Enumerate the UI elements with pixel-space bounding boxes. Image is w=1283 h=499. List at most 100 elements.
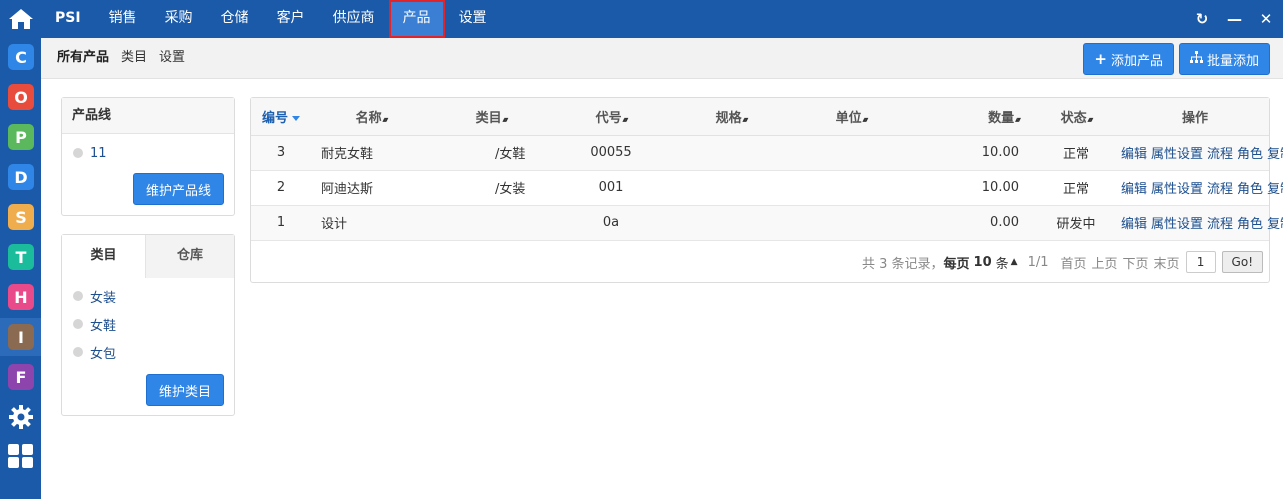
cell-status: 正常 (1031, 170, 1121, 206)
nav-item-4[interactable]: 供应商 (319, 0, 389, 38)
gear-icon[interactable] (8, 404, 34, 430)
product-line-item-label: 11 (90, 145, 107, 161)
pager-page-info: 1/1 (1027, 254, 1049, 270)
cell-spec (671, 170, 791, 206)
col-header-id[interactable]: 编号 (251, 98, 311, 136)
go-button[interactable]: Go! (1221, 251, 1263, 273)
category-panel: 类目 仓库 女装女鞋女包 维护类目 (61, 234, 235, 416)
app-icon-d[interactable]: D (8, 164, 34, 190)
pager-per-page-label: 每页 (943, 256, 970, 272)
edit-link[interactable]: 编辑 (1121, 182, 1147, 197)
cell-code: 001 (551, 170, 671, 206)
maintain-category-button[interactable]: 维护类目 (146, 374, 224, 406)
pager-last[interactable]: 末页 (1154, 253, 1180, 272)
copy-link[interactable]: 复制 (1267, 217, 1283, 232)
workflow-link[interactable]: 流程 (1207, 217, 1233, 232)
col-header-code[interactable]: 代号 (551, 98, 671, 136)
cell-id: 1 (251, 205, 311, 241)
product-line-item[interactable]: 11 (62, 139, 234, 167)
app-icon-f[interactable]: F (8, 364, 34, 390)
cell-code: 0a (551, 205, 671, 241)
app-icon-i[interactable]: I (8, 324, 34, 350)
cell-actions: 编辑属性设置流程角色复制删除 (1121, 170, 1283, 206)
cell-category (431, 205, 551, 241)
tab-warehouse[interactable]: 仓库 (146, 235, 234, 278)
category-item[interactable]: 女包 (62, 338, 234, 366)
edit-link[interactable]: 编辑 (1121, 147, 1147, 162)
maintain-product-line-button[interactable]: 维护产品线 (133, 173, 224, 205)
col-header-name[interactable]: 名称 (311, 98, 431, 136)
app-icon-t[interactable]: T (8, 244, 34, 270)
col-header-spec[interactable]: 规格 (671, 98, 791, 136)
sub-header: 所有产品 类目 设置 + 添加产品 批量添加 (41, 38, 1283, 79)
copy-link[interactable]: 复制 (1267, 182, 1283, 197)
cell-qty: 10.00 (911, 170, 1031, 206)
nav-item-6[interactable]: 设置 (445, 0, 501, 38)
pager-total: 共 3 条记录， (861, 256, 944, 272)
attributes-link[interactable]: 属性设置 (1151, 217, 1203, 232)
product-line-title: 产品线 (62, 98, 234, 134)
role-link[interactable]: 角色 (1237, 147, 1263, 162)
category-item-label: 女包 (90, 346, 117, 362)
minimize-icon[interactable]: — (1227, 10, 1242, 28)
cell-actions: 编辑属性设置流程角色复制删除 (1121, 135, 1283, 171)
circle-icon (73, 148, 83, 158)
product-table-card: 编号 名称 类目 代号 规格 单位 数量 状态 操作 3耐克女鞋/女鞋00055… (250, 97, 1283, 283)
attributes-link[interactable]: 属性设置 (1151, 147, 1203, 162)
workflow-link[interactable]: 流程 (1207, 182, 1233, 197)
caret-down-icon (292, 115, 300, 121)
cell-unit (791, 170, 911, 206)
pagination: 共 3 条记录， 每页 10 条 ▲ 1/1 首页 上页 下页 末页 Go! (862, 250, 1263, 274)
pager-prev[interactable]: 上页 (1092, 253, 1118, 272)
role-link[interactable]: 角色 (1237, 182, 1263, 197)
pager-next[interactable]: 下页 (1123, 253, 1149, 272)
app-icon-s[interactable]: S (8, 204, 34, 230)
app-icon-h[interactable]: H (8, 284, 34, 310)
close-icon[interactable]: ✕ (1259, 10, 1273, 28)
nav-item-0[interactable]: 销售 (95, 0, 151, 38)
col-header-category[interactable]: 类目 (431, 98, 551, 136)
nav-item-2[interactable]: 仓储 (207, 0, 263, 38)
col-header-status[interactable]: 状态 (1031, 98, 1121, 136)
pager-per-page-value[interactable]: 10 (974, 255, 992, 270)
category-item[interactable]: 女装 (62, 282, 234, 310)
category-item[interactable]: 女鞋 (62, 310, 234, 338)
grid-icon[interactable] (8, 443, 34, 469)
pager-per-page-unit: 条 (995, 256, 1009, 272)
attributes-link[interactable]: 属性设置 (1151, 182, 1203, 197)
add-product-button[interactable]: + 添加产品 (1083, 43, 1174, 75)
pager-first[interactable]: 首页 (1060, 253, 1086, 272)
cell-status: 研发中 (1031, 205, 1121, 241)
brand-logo[interactable]: PSI (41, 0, 95, 38)
table-row: 3耐克女鞋/女鞋00055 10.00正常编辑属性设置流程角色复制删除 (251, 135, 1283, 171)
cell-code: 00055 (551, 135, 671, 171)
link-settings[interactable]: 设置 (159, 38, 185, 79)
nav-item-1[interactable]: 采购 (151, 0, 207, 38)
refresh-icon[interactable]: ↻ (1195, 10, 1209, 28)
circle-icon (73, 291, 83, 301)
add-product-label: 添加产品 (1110, 53, 1163, 69)
tab-category[interactable]: 类目 (62, 235, 146, 278)
caret-up-icon[interactable]: ▲ (1011, 257, 1018, 267)
app-icon-o[interactable]: O (8, 84, 34, 110)
col-header-qty[interactable]: 数量 (911, 98, 1031, 136)
link-all-products[interactable]: 所有产品 (57, 38, 109, 79)
cell-spec (671, 135, 791, 171)
home-icon[interactable] (0, 0, 41, 38)
workflow-link[interactable]: 流程 (1207, 147, 1233, 162)
nav-item-5[interactable]: 产品 (388, 0, 445, 38)
cell-name: 设计 (311, 205, 431, 241)
app-icon-c[interactable]: C (8, 44, 34, 70)
col-header-unit[interactable]: 单位 (791, 98, 911, 136)
page-number-input[interactable] (1185, 251, 1216, 273)
role-link[interactable]: 角色 (1237, 217, 1263, 232)
edit-link[interactable]: 编辑 (1121, 217, 1147, 232)
batch-add-button[interactable]: 批量添加 (1178, 43, 1270, 75)
cell-id: 2 (251, 170, 311, 206)
copy-link[interactable]: 复制 (1267, 147, 1283, 162)
nav-item-3[interactable]: 客户 (263, 0, 319, 38)
top-nav: PSI 销售 采购 仓储 客户 供应商 产品 设置 ↻ — ✕ (41, 0, 1283, 38)
link-categories[interactable]: 类目 (121, 38, 147, 79)
app-icon-p[interactable]: P (8, 124, 34, 150)
category-item-label: 女鞋 (90, 318, 117, 334)
